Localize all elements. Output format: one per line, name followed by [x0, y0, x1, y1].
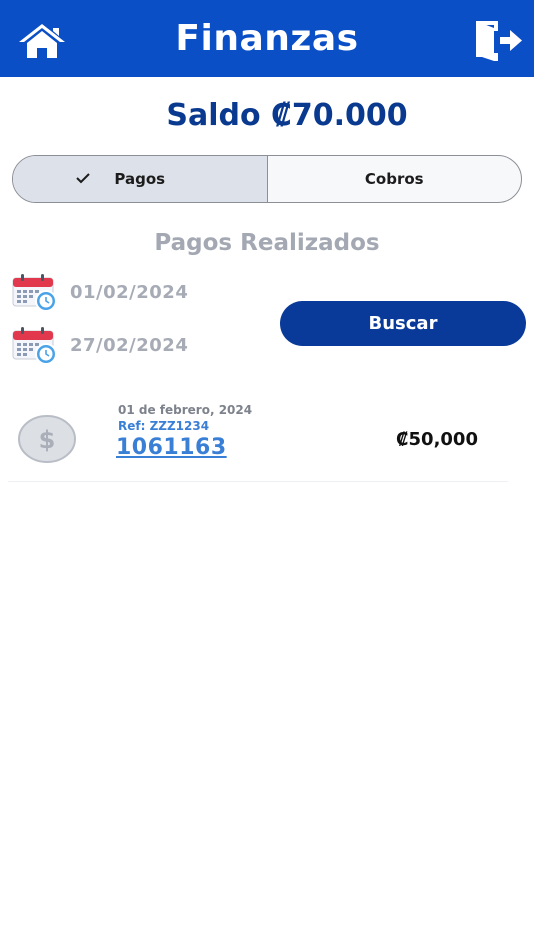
transaction-reference: Ref: ZZZ1234: [118, 419, 210, 433]
calendar-icon: [12, 274, 57, 312]
dollar-coin-icon: $: [18, 415, 76, 463]
tab-pagos-label: Pagos: [114, 170, 166, 188]
app-title: Finanzas: [175, 18, 359, 59]
logout-button[interactable]: [472, 19, 524, 63]
end-date-value: 27/02/2024: [70, 334, 189, 356]
finance-screen: Finanzas Saldo ₡70.000 Pagos Cobros Pago…: [0, 0, 534, 950]
balance-label: Saldo ₡70.000: [166, 98, 408, 133]
start-date-value: 01/02/2024: [70, 281, 189, 303]
calendar-icon: [12, 327, 57, 365]
svg-text:$: $: [39, 426, 56, 454]
transaction-amount: ₡50,000: [396, 429, 478, 450]
transaction-date: 01 de febrero, 2024: [118, 403, 253, 417]
start-date-picker[interactable]: 01/02/2024: [12, 272, 188, 312]
tab-cobros[interactable]: Cobros: [268, 156, 522, 202]
end-date-picker[interactable]: 27/02/2024: [12, 325, 188, 365]
logout-icon: [476, 21, 522, 61]
transaction-number-link[interactable]: 1061163: [116, 435, 227, 460]
app-header: Finanzas: [0, 0, 534, 77]
tab-cobros-label: Cobros: [364, 170, 424, 188]
checkmark-icon: [76, 173, 90, 184]
search-button[interactable]: Buscar: [280, 301, 526, 346]
payments-collections-toggle: Pagos Cobros: [12, 155, 522, 203]
tab-pagos[interactable]: Pagos: [13, 156, 268, 202]
transaction-row[interactable]: $ 01 de febrero, 2024 Ref: ZZZ1234 10611…: [8, 395, 508, 482]
section-title: Pagos Realizados: [154, 230, 380, 256]
